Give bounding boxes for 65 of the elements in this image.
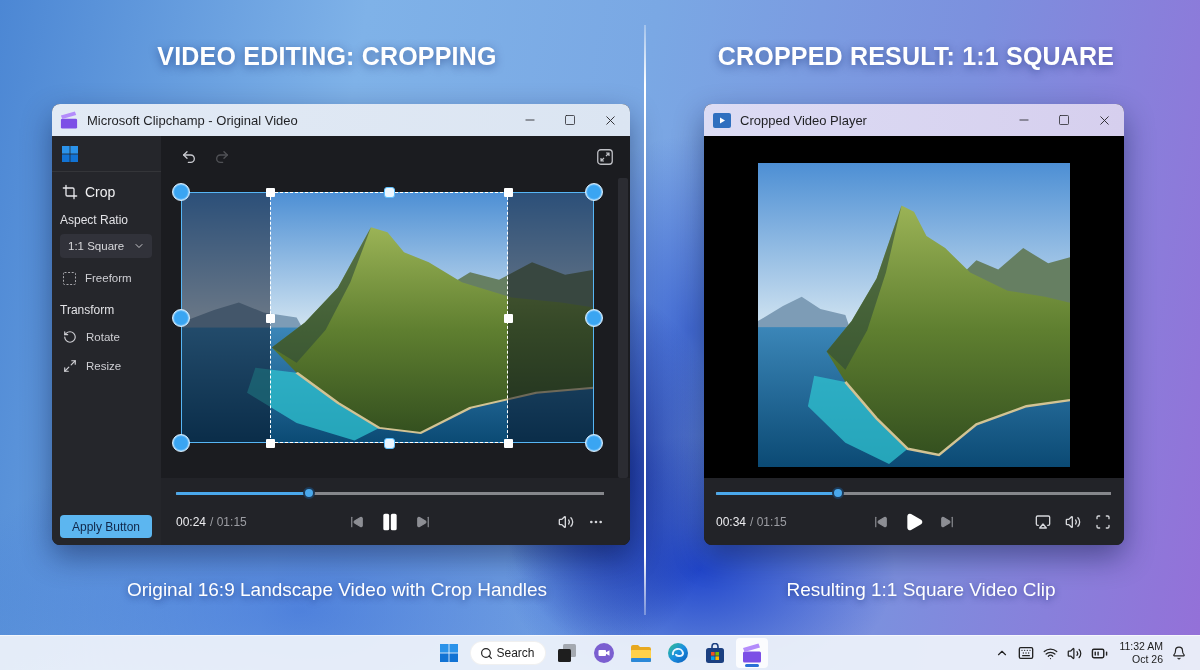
checkbox[interactable]	[63, 271, 76, 285]
volume-icon[interactable]	[1067, 645, 1083, 661]
search-field[interactable]: Search	[469, 641, 546, 665]
aspect-ratio-dropdown[interactable]: 1:1 Square	[60, 234, 152, 258]
active-indicator	[744, 664, 759, 667]
skip-back-icon[interactable]	[873, 515, 888, 529]
screen-cast-icon[interactable]	[1035, 514, 1051, 530]
four-square-logo-icon[interactable]	[62, 145, 78, 162]
crop-handle[interactable]	[265, 187, 275, 197]
search-icon	[479, 646, 493, 660]
transform-action[interactable]: Rotate	[60, 327, 120, 347]
skip-forward-icon[interactable]	[939, 515, 954, 529]
crop-handle[interactable]	[503, 313, 513, 323]
crop-handle[interactable]	[503, 438, 513, 448]
caption: Resulting 1:1 Square Video Clip	[786, 578, 1056, 602]
video-camera-icon[interactable]	[593, 643, 614, 663]
progress-thumb[interactable]	[832, 487, 845, 499]
undo-icon[interactable]	[181, 149, 197, 165]
total-duration: / 01:15	[210, 515, 247, 529]
section-label: Aspect Ratio	[60, 212, 129, 228]
clapperboard-icon[interactable]	[741, 643, 762, 663]
four-square-logo-icon[interactable]	[439, 644, 458, 662]
crop-tool[interactable]: Crop	[60, 180, 116, 204]
caption: Original 16:9 Landscape Video with Crop Handles	[127, 578, 547, 602]
expand-icon[interactable]	[597, 149, 613, 165]
transform-action[interactable]: Resize	[60, 356, 122, 376]
window-title: Microsoft Clipchamp - Original Video	[87, 112, 298, 128]
window-title: Cropped Video Player	[740, 112, 867, 128]
clock[interactable]: 11:32 AM Oct 26	[1119, 640, 1163, 666]
circular-arrow-icon	[63, 330, 77, 344]
stacked-windows-icon[interactable]	[557, 644, 576, 662]
skip-forward-icon[interactable]	[416, 515, 430, 529]
skip-back-icon[interactable]	[350, 515, 364, 529]
maximize-icon[interactable]	[564, 114, 576, 126]
elapsed-time: 00:24	[176, 515, 207, 529]
apply-button[interactable]: Apply Button	[60, 515, 152, 538]
crop-handle[interactable]	[383, 186, 395, 198]
fullscreen-icon[interactable]	[1095, 514, 1111, 530]
volume-icon[interactable]	[1065, 514, 1081, 530]
pause-icon[interactable]	[380, 512, 400, 532]
elapsed-time: 00:34	[716, 515, 747, 529]
clock-time: 11:32 AM	[1119, 640, 1163, 653]
crop-handle[interactable]	[265, 438, 275, 448]
section-label: Transform	[60, 302, 115, 318]
shopping-bag-icon[interactable]	[705, 643, 724, 663]
crop-handle[interactable]	[503, 187, 513, 197]
folder-icon[interactable]	[630, 644, 651, 662]
section-heading: VIDEO EDITING: CROPPING	[157, 41, 497, 72]
freeform-option[interactable]: Freeform	[60, 268, 132, 288]
maximize-icon[interactable]	[1058, 114, 1070, 126]
keyboard-icon[interactable]	[1018, 645, 1035, 661]
crop-handle[interactable]	[383, 437, 395, 449]
wifi-icon[interactable]	[1043, 645, 1059, 661]
clock-date: Oct 26	[1132, 653, 1163, 666]
section-heading: CROPPED RESULT: 1:1 SQUARE	[717, 41, 1115, 72]
swirl-icon[interactable]	[667, 643, 688, 663]
crop-icon	[62, 184, 78, 200]
total-duration: / 01:15	[750, 515, 787, 529]
clapperboard-icon[interactable]	[60, 111, 78, 129]
diagonal-arrows-icon	[63, 359, 77, 373]
volume-icon[interactable]	[558, 514, 574, 530]
progress-thumb[interactable]	[302, 487, 315, 499]
play-tile-icon[interactable]	[713, 112, 731, 128]
bell-icon[interactable]	[1172, 646, 1186, 660]
crop-handle[interactable]	[265, 313, 275, 323]
